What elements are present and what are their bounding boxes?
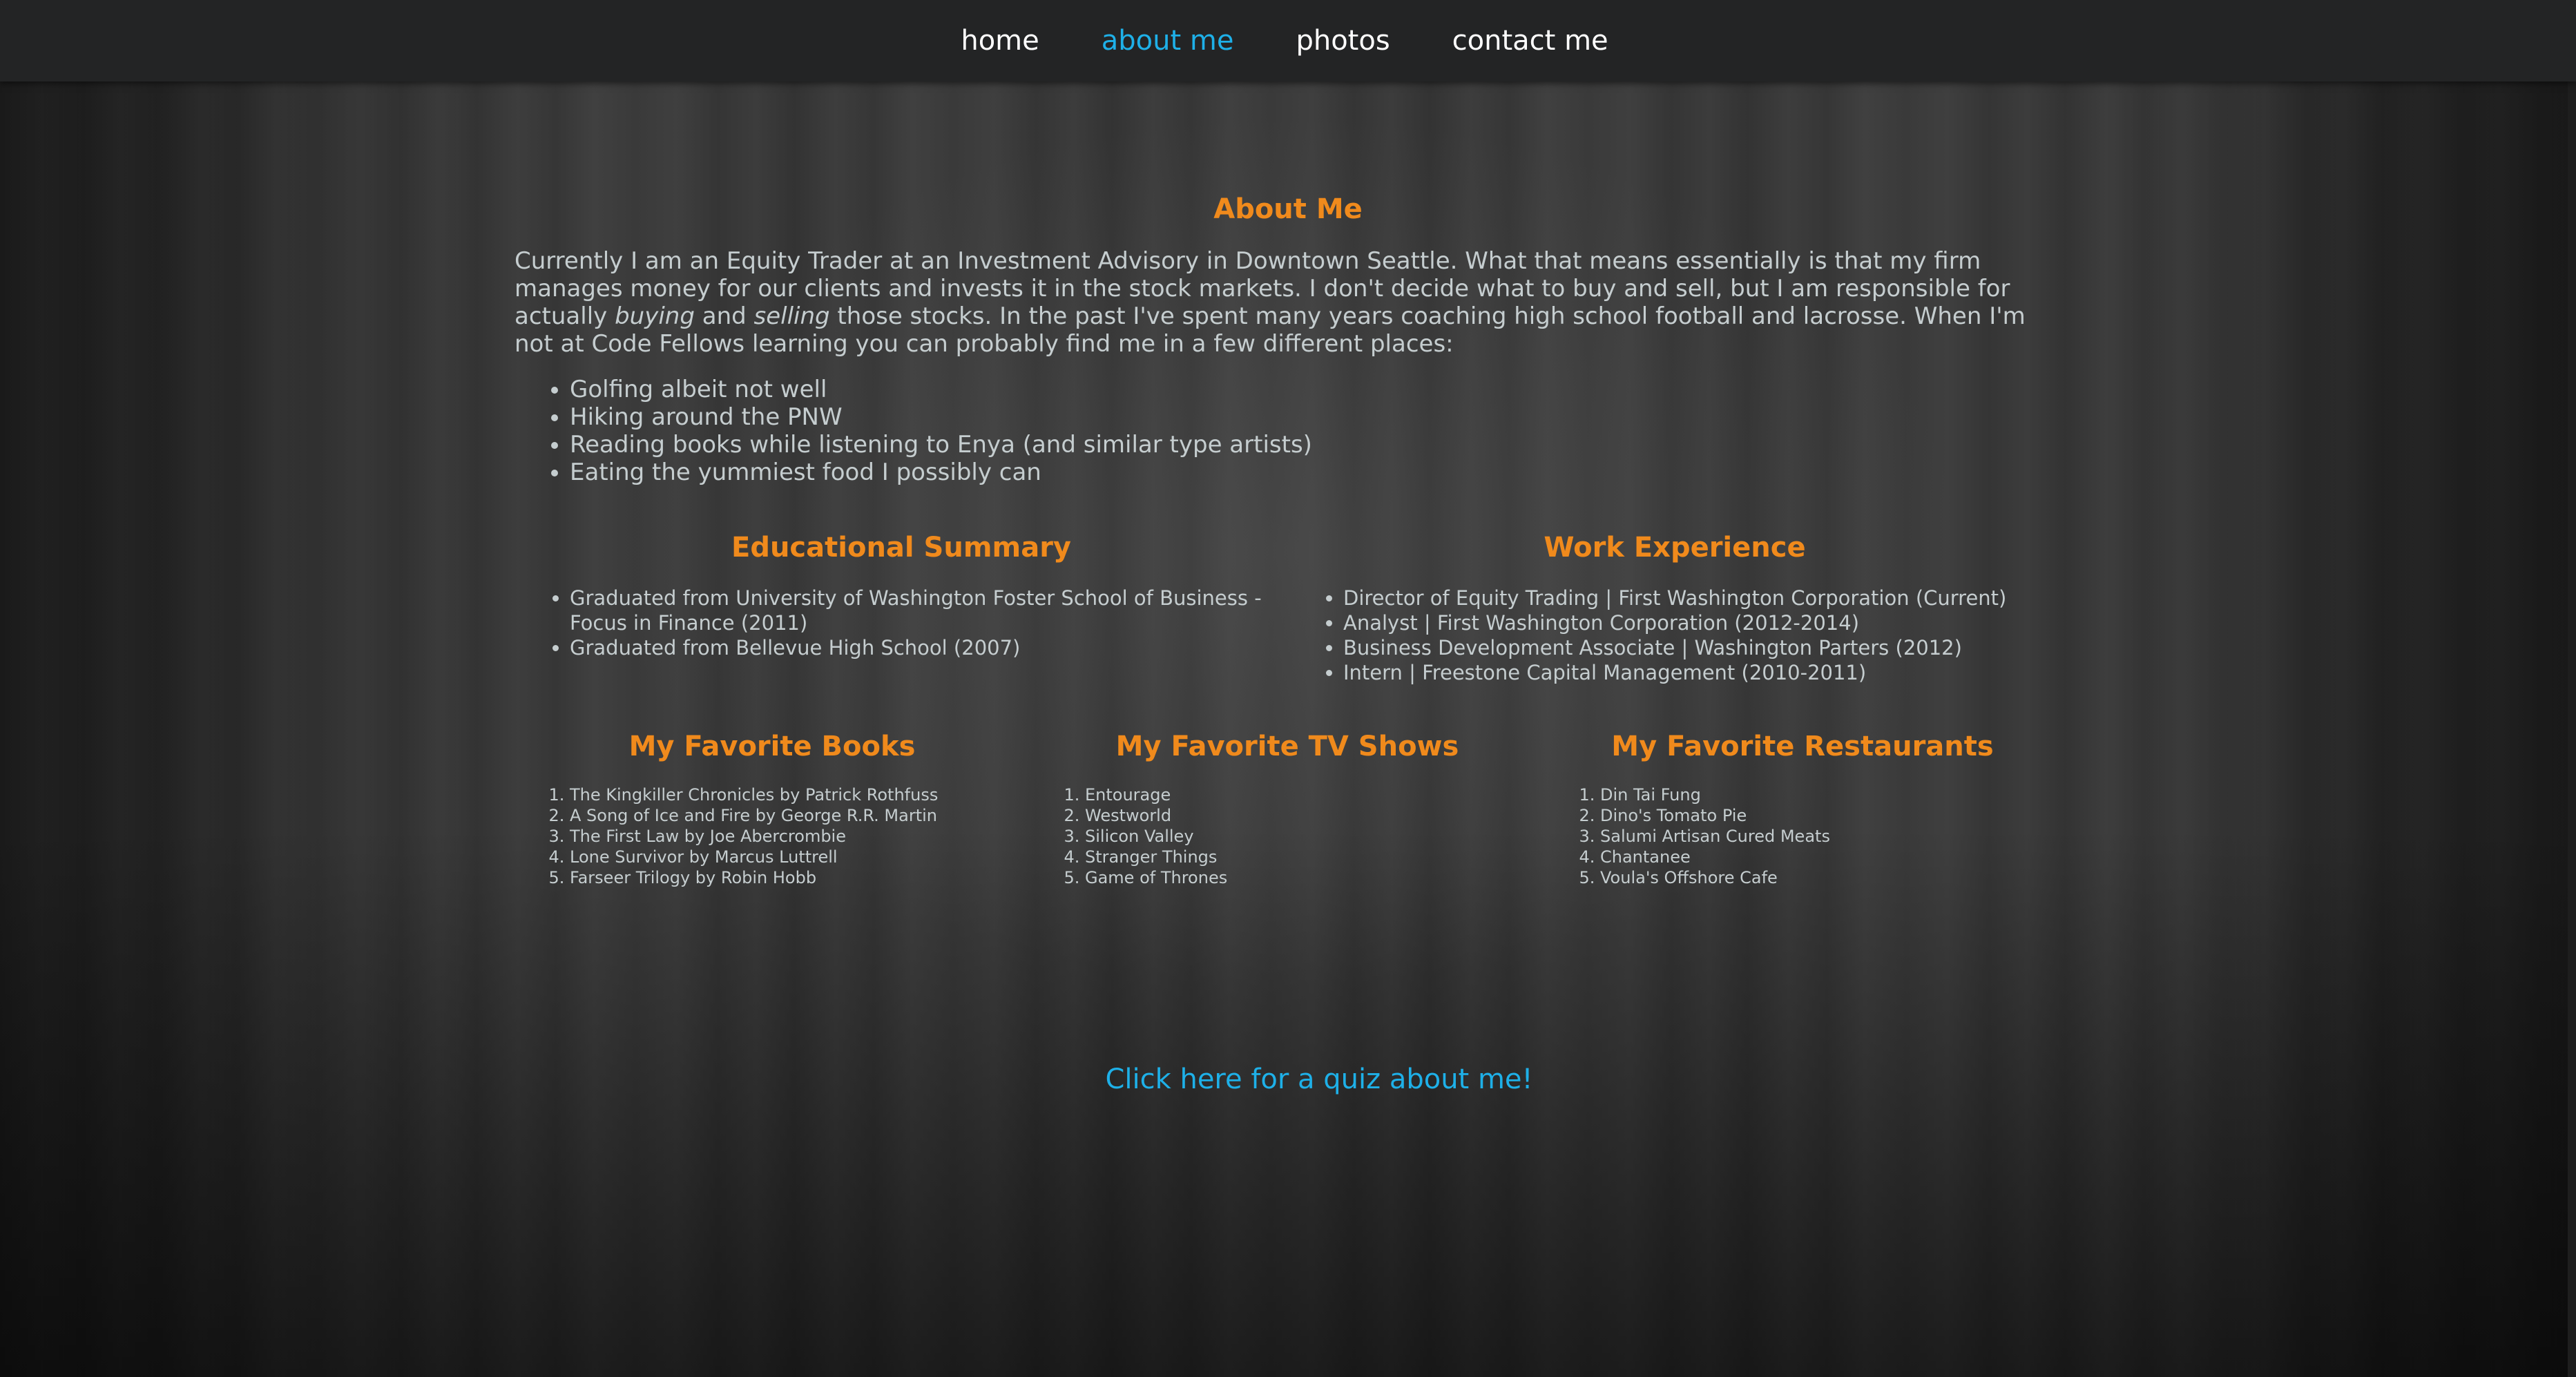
- tv-section: My Favorite TV Shows Entourage Westworld…: [1030, 731, 1545, 888]
- nav-item-about-me[interactable]: about me: [1102, 25, 1234, 57]
- scrollbar-edge: [2568, 0, 2576, 1377]
- nav-list: home about me photos contact me: [0, 0, 2576, 81]
- restaurants-list: Din Tai Fung Dino's Tomato Pie Salumi Ar…: [1600, 784, 2060, 888]
- intro-text-and: and: [694, 302, 754, 330]
- list-item: Salumi Artisan Cured Meats: [1600, 826, 2060, 847]
- places-list: Golfing albeit not well Hiking around th…: [570, 376, 2061, 486]
- education-work-row: Educational Summary Graduated from Unive…: [515, 532, 2061, 685]
- intro-emphasis-buying: buying: [615, 302, 695, 330]
- list-item: Director of Equity Trading | First Washi…: [1343, 586, 2048, 610]
- list-item: A Song of Ice and Fire by George R.R. Ma…: [570, 805, 1030, 826]
- education-list: Graduated from University of Washington …: [570, 586, 1274, 660]
- favorites-row: My Favorite Books The Kingkiller Chronic…: [515, 731, 2061, 888]
- nav-item-photos[interactable]: photos: [1296, 25, 1390, 57]
- list-item: Hiking around the PNW: [570, 403, 2061, 431]
- list-item: Eating the yummiest food I possibly can: [570, 459, 2061, 486]
- top-navbar: home about me photos contact me: [0, 0, 2576, 81]
- intro-emphasis-selling: selling: [753, 302, 830, 330]
- list-item: Dino's Tomato Pie: [1600, 805, 2060, 826]
- list-item: Farseer Trilogy by Robin Hobb: [570, 867, 1030, 888]
- books-heading: My Favorite Books: [628, 731, 916, 762]
- list-item: Graduated from Bellevue High School (200…: [570, 635, 1274, 660]
- work-heading: Work Experience: [1544, 532, 1806, 564]
- list-item: Westworld: [1085, 805, 1545, 826]
- tv-list: Entourage Westworld Silicon Valley Stran…: [1085, 784, 1545, 888]
- list-item: Lone Survivor by Marcus Luttrell: [570, 847, 1030, 867]
- list-item: Chantanee: [1600, 847, 2060, 867]
- list-item: The Kingkiller Chronicles by Patrick Rot…: [570, 784, 1030, 805]
- restaurants-section: My Favorite Restaurants Din Tai Fung Din…: [1545, 731, 2060, 888]
- list-item: Analyst | First Washington Corporation (…: [1343, 610, 2048, 635]
- about-me-heading: About Me: [1213, 193, 1363, 225]
- quiz-link[interactable]: Click here for a quiz about me!: [0, 1063, 2576, 1095]
- about-intro-paragraph: Currently I am an Equity Trader at an In…: [515, 247, 2061, 358]
- list-item: Reading books while listening to Enya (a…: [570, 431, 2061, 459]
- nav-item-home[interactable]: home: [961, 25, 1039, 57]
- list-item: Entourage: [1085, 784, 1545, 805]
- list-item: Stranger Things: [1085, 847, 1545, 867]
- tv-heading: My Favorite TV Shows: [1115, 731, 1459, 762]
- work-list: Director of Equity Trading | First Washi…: [1343, 586, 2048, 685]
- education-heading: Educational Summary: [731, 532, 1071, 564]
- restaurants-heading: My Favorite Restaurants: [1611, 731, 1994, 762]
- education-section: Educational Summary Graduated from Unive…: [515, 532, 1288, 685]
- list-item: Din Tai Fung: [1600, 784, 2060, 805]
- list-item: The First Law by Joe Abercrombie: [570, 826, 1030, 847]
- books-section: My Favorite Books The Kingkiller Chronic…: [515, 731, 1030, 888]
- list-item: Voula's Offshore Cafe: [1600, 867, 2060, 888]
- list-item: Golfing albeit not well: [570, 376, 2061, 403]
- list-item: Business Development Associate | Washing…: [1343, 635, 2048, 660]
- books-list: The Kingkiller Chronicles by Patrick Rot…: [570, 784, 1030, 888]
- list-item: Intern | Freestone Capital Management (2…: [1343, 660, 2048, 685]
- list-item: Game of Thrones: [1085, 867, 1545, 888]
- list-item: Graduated from University of Washington …: [570, 586, 1274, 635]
- main-content: About Me Currently I am an Equity Trader…: [515, 193, 2061, 888]
- nav-item-contact-me[interactable]: contact me: [1452, 25, 1608, 57]
- list-item: Silicon Valley: [1085, 826, 1545, 847]
- work-section: Work Experience Director of Equity Tradi…: [1288, 532, 2061, 685]
